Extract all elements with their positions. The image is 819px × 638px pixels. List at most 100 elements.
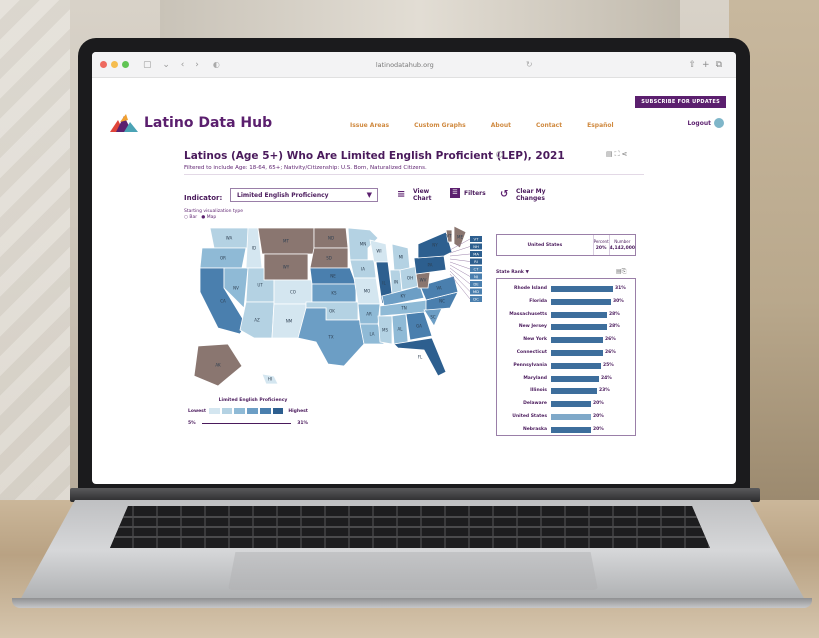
legend-swatch bbox=[220, 407, 234, 415]
rank-row[interactable]: Massachusetts 28% bbox=[497, 309, 637, 321]
logo-text: Latino Data Hub bbox=[144, 115, 273, 131]
rank-row[interactable]: Connecticut 26% bbox=[497, 347, 637, 359]
badge-leader-line bbox=[449, 261, 471, 270]
indicator-select[interactable]: Limited English Proficiency ▼ bbox=[230, 188, 378, 202]
rank-row[interactable]: Delaware 20% bbox=[497, 398, 637, 410]
rank-label: Massachusetts bbox=[509, 311, 547, 317]
percent-header: Percent bbox=[593, 239, 609, 244]
logo-icon bbox=[110, 114, 138, 132]
clear-changes-button[interactable]: ↺ Clear My Changes bbox=[500, 188, 554, 202]
state-label: TN bbox=[400, 306, 406, 311]
chart-tools-icons[interactable]: ▤⛶⋖ bbox=[606, 150, 629, 159]
state-label: IA bbox=[361, 267, 365, 272]
rank-row[interactable]: United States 20% bbox=[497, 411, 637, 423]
filters-label: Filters bbox=[464, 189, 486, 197]
rank-bar bbox=[551, 311, 607, 318]
badge-leader-line bbox=[449, 264, 471, 277]
state-label: HI bbox=[268, 377, 272, 382]
state-rank-chart: Rhode Island 31% Florida 30% Massachusetts 28… bbox=[496, 278, 636, 436]
radio-map[interactable]: ● Map bbox=[201, 215, 216, 220]
maximize-window-button[interactable] bbox=[122, 61, 129, 68]
state-label: AL bbox=[398, 327, 404, 332]
state-label: NM bbox=[286, 319, 293, 324]
privacy-shield-icon[interactable]: ◐ bbox=[213, 60, 220, 69]
badge-leader-line bbox=[449, 258, 471, 262]
nav-about[interactable]: About bbox=[491, 122, 511, 129]
state-badge-label: NJ bbox=[474, 274, 478, 279]
rank-value: 23% bbox=[599, 388, 610, 394]
state-label: WI bbox=[376, 249, 381, 254]
visualization-type: Starting visualization type ○ Bar ● Map bbox=[184, 209, 243, 221]
rank-bar bbox=[551, 337, 603, 344]
state-label: OK bbox=[329, 309, 335, 314]
info-icon[interactable]: i bbox=[496, 151, 503, 158]
state-label: GA bbox=[416, 324, 422, 329]
main-nav: Issue Areas Custom Graphs About Contact … bbox=[350, 122, 614, 129]
state-badge-label: NH bbox=[473, 244, 479, 249]
rank-row[interactable]: New Jersey 28% bbox=[497, 321, 637, 333]
filter-description: Filtered to include Age: 18-64, 65+; Nat… bbox=[184, 165, 427, 171]
nav-espanol[interactable]: Español bbox=[587, 122, 613, 129]
view-chart-button[interactable]: ≡ View Chart bbox=[397, 188, 435, 202]
rank-value: 26% bbox=[605, 350, 616, 355]
rank-value: 30% bbox=[613, 298, 624, 304]
logout-button[interactable]: Logout bbox=[687, 118, 724, 128]
laptop-hinge bbox=[70, 488, 760, 502]
summary-percent: 20% bbox=[595, 246, 607, 251]
filters-button[interactable]: ☰ Filters bbox=[450, 188, 486, 198]
rank-bar bbox=[551, 362, 601, 369]
sidebar-icon[interactable]: ▢ ⌄ ‹ › bbox=[143, 60, 203, 70]
state-rank-sort[interactable]: State Rank ▼ bbox=[496, 270, 529, 275]
rank-label: Delaware bbox=[523, 401, 547, 407]
badge-leader-line bbox=[449, 253, 471, 257]
rank-label: New York bbox=[523, 337, 547, 343]
rank-row[interactable]: Nebraska 20% bbox=[497, 424, 637, 436]
rank-value: 26% bbox=[605, 337, 616, 343]
state-label: UT bbox=[257, 283, 263, 288]
laptop-keyboard bbox=[110, 506, 710, 548]
state-badge-label: DC bbox=[473, 297, 479, 302]
us-choropleth-map[interactable]: WA OR CA NV ID MT WY UT AZ CO NM ND SD NE KS OK TX MN IA MO… bbox=[188, 226, 488, 396]
state-label: ND bbox=[328, 236, 334, 241]
rank-row[interactable]: New York 26% bbox=[497, 334, 637, 346]
legend-swatch bbox=[271, 407, 285, 415]
rank-value: 28% bbox=[609, 324, 620, 330]
close-window-button[interactable] bbox=[100, 61, 107, 68]
title-divider bbox=[184, 174, 644, 175]
rank-label: United States bbox=[512, 414, 547, 419]
legend-title: Limited English Proficiency bbox=[218, 398, 288, 403]
state-label: MS bbox=[382, 328, 388, 333]
state-label: MO bbox=[364, 289, 371, 294]
laptop-screen: ▢ ⌄ ‹ › ◐ latinodatahub.org ↻ ⇧+⧉ SUBSCR… bbox=[92, 52, 736, 484]
rank-bar bbox=[551, 401, 591, 408]
state-label: VT bbox=[446, 234, 452, 239]
rank-label: Florida bbox=[529, 298, 547, 304]
legend-arrow bbox=[201, 423, 292, 424]
rank-row[interactable]: Pennsylvania 25% bbox=[497, 360, 637, 372]
rank-value: 24% bbox=[601, 375, 612, 381]
share-new-tab-icons[interactable]: ⇧+⧉ bbox=[688, 60, 728, 70]
nav-contact[interactable]: Contact bbox=[536, 122, 562, 129]
rank-row[interactable]: Maryland 24% bbox=[497, 373, 637, 385]
rank-bar bbox=[551, 286, 613, 292]
state-label: KS bbox=[331, 291, 337, 296]
rank-value: 20% bbox=[593, 426, 604, 432]
nav-custom-graphs[interactable]: Custom Graphs bbox=[414, 122, 466, 129]
radio-bar[interactable]: ○ Bar bbox=[184, 215, 197, 220]
reload-icon[interactable]: ↻ bbox=[526, 60, 533, 69]
minimize-window-button[interactable] bbox=[111, 61, 118, 68]
number-header: Number bbox=[614, 239, 631, 244]
state-label: AK bbox=[215, 363, 221, 368]
page-title: Latinos (Age 5+) Who Are Limited English… bbox=[184, 150, 565, 162]
rank-row[interactable]: Florida 30% bbox=[497, 296, 637, 308]
rank-row[interactable]: Rhode Island 31% bbox=[497, 283, 637, 295]
nav-issue-areas[interactable]: Issue Areas bbox=[350, 122, 389, 129]
subscribe-button[interactable]: SUBSCRIBE FOR UPDATES bbox=[635, 96, 726, 108]
export-icons[interactable]: ▤⎘ bbox=[616, 268, 626, 276]
legend-swatch bbox=[233, 407, 247, 415]
rank-row[interactable]: Illinois 23% bbox=[497, 385, 637, 397]
laptop-front-edge bbox=[12, 598, 812, 608]
site-logo[interactable]: Latino Data Hub bbox=[110, 114, 272, 132]
url-bar[interactable]: latinodatahub.org bbox=[290, 61, 520, 69]
summary-table: United States Percent 20% Number 4,142,0… bbox=[496, 234, 636, 256]
